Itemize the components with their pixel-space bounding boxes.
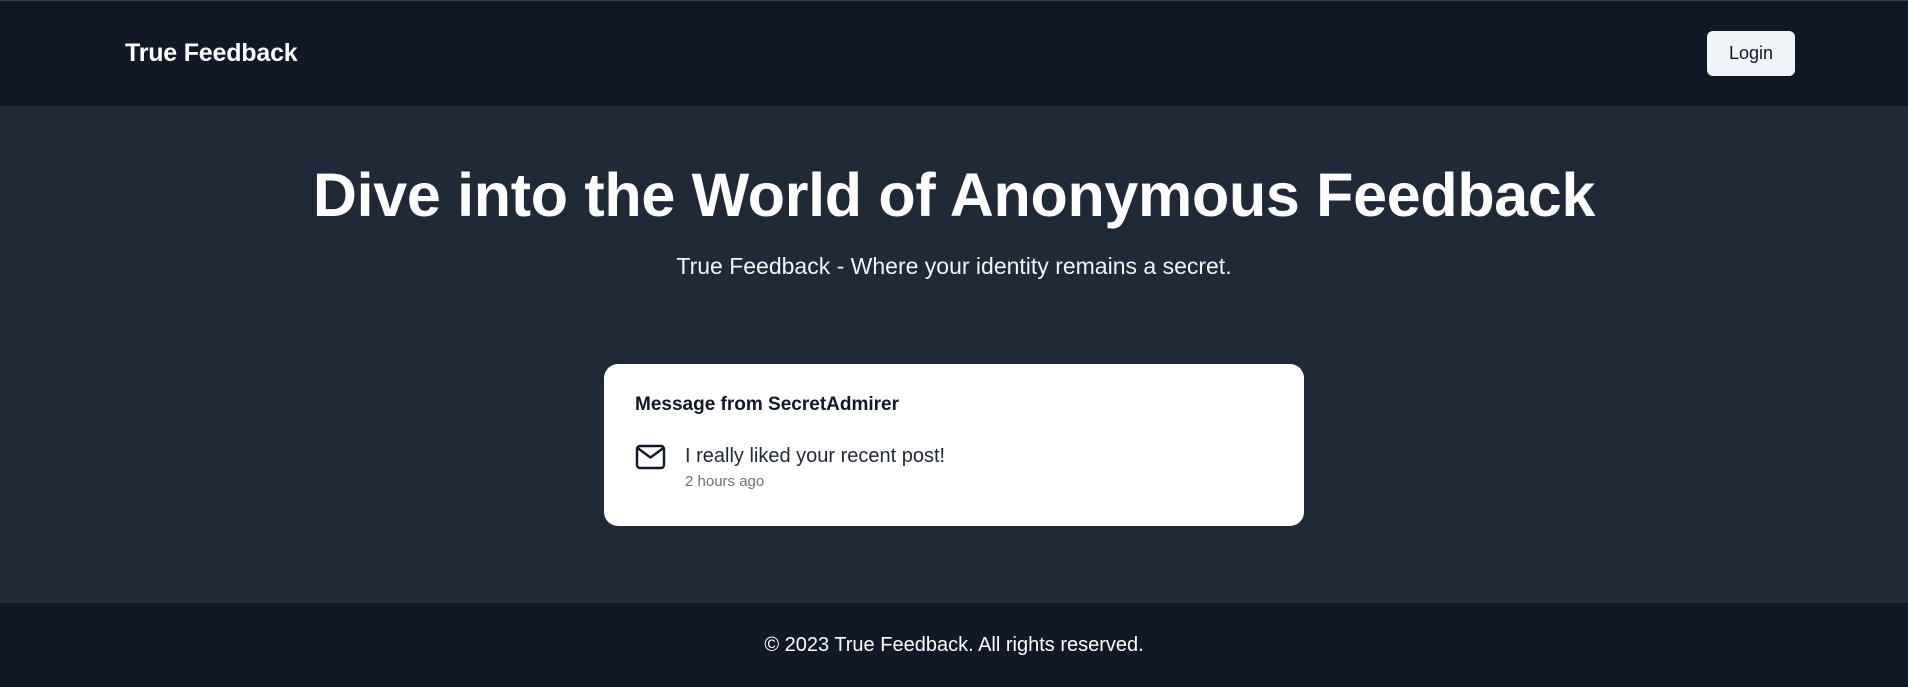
page: True Feedback Login Dive into the World …: [0, 0, 1908, 687]
main-content: Dive into the World of Anonymous Feedbac…: [0, 106, 1908, 603]
mail-icon: [635, 444, 666, 470]
brand-logo-link[interactable]: True Feedback: [125, 39, 298, 68]
message-card-title: Message from SecretAdmirer: [635, 394, 899, 416]
login-button[interactable]: Login: [1707, 31, 1795, 76]
message-time: 2 hours ago: [685, 473, 765, 491]
message-card: Message from SecretAdmirer I really like…: [604, 364, 1304, 527]
hero-subtitle: True Feedback - Where your identity rema…: [676, 253, 1232, 280]
hero-title: Dive into the World of Anonymous Feedbac…: [312, 161, 1596, 229]
message-card-body: I really liked your recent post! 2 hours…: [635, 444, 1273, 490]
footer: © 2023 True Feedback. All rights reserve…: [0, 603, 1908, 687]
footer-copyright: © 2023 True Feedback. All rights reserve…: [764, 633, 1144, 656]
navbar: True Feedback Login: [0, 0, 1908, 106]
message-text: I really liked your recent post!: [685, 445, 946, 468]
message-content: I really liked your recent post! 2 hours…: [685, 444, 945, 490]
